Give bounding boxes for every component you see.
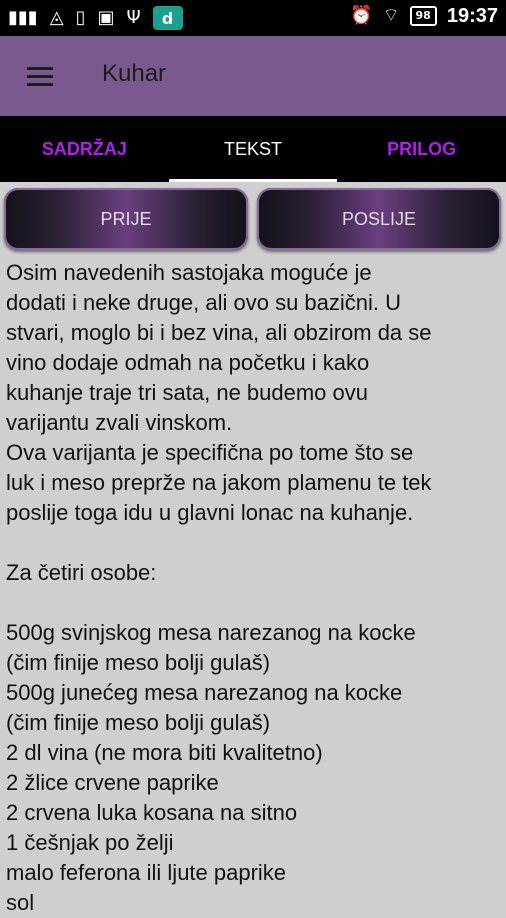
text-line: (čim finije meso bolji gulaš) bbox=[6, 710, 271, 735]
text-line: 500g svinjskog mesa narezanog na kocke bbox=[6, 620, 416, 645]
image-icon: ▣ bbox=[97, 7, 115, 28]
tab-prilog[interactable]: PRILOG bbox=[337, 116, 506, 182]
text-line: poslije toga idu u glavni lonac na kuhan… bbox=[6, 500, 414, 525]
text-line: 500g junećeg mesa narezanog na kocke bbox=[6, 680, 403, 705]
battery-icon: 98 bbox=[409, 6, 437, 26]
sync-icon: ◬ bbox=[49, 7, 64, 28]
prev-button[interactable]: PRIJE bbox=[4, 188, 248, 250]
signal-icon: ▮▮▮ bbox=[8, 7, 38, 28]
phone-icon: ▯ bbox=[75, 7, 86, 28]
text-line: kuhanje traje tri sata, ne budemo ovu bbox=[6, 380, 369, 405]
tab-tekst[interactable]: TEKST bbox=[168, 116, 338, 182]
text-line: malo feferona ili ljute paprike bbox=[6, 860, 287, 885]
text-line: (čim finije meso bolji gulaš) bbox=[6, 650, 271, 675]
next-button[interactable]: POSLIJE bbox=[257, 188, 501, 250]
app-bar: Kuhar bbox=[0, 36, 506, 116]
usb-icon: Ψ bbox=[126, 7, 141, 28]
text-line: Za četiri osobe: bbox=[6, 560, 157, 585]
menu-icon[interactable] bbox=[27, 67, 53, 86]
text-line: Ova varijanta je specifična po tome što … bbox=[6, 440, 414, 465]
alarm-icon: ⏰ bbox=[350, 5, 373, 26]
text-line: luk i meso preprže na jakom plamenu te t… bbox=[6, 470, 432, 495]
recipe-text: Osim navedenih sastojaka moguće je dodati… bbox=[6, 258, 502, 918]
text-line: 2 crvena luka kosana na sitno bbox=[6, 800, 298, 825]
text-line: varijantu zvali vinskom. bbox=[6, 410, 233, 435]
text-line: sol bbox=[6, 890, 35, 915]
text-line: dodati i neke druge, ali ovo su bazični.… bbox=[6, 290, 402, 315]
wifi-icon: ⌔ bbox=[382, 5, 400, 26]
app-notification-icon: d bbox=[152, 6, 183, 30]
text-line: vino dodaje odmah na početku i kako bbox=[6, 350, 370, 375]
status-bar: ▮▮▮ ◬ ▯ ▣ Ψ d ⏰ ⌔ 98 19:37 bbox=[0, 0, 506, 36]
tab-sadrzaj[interactable]: SADRŽAJ bbox=[0, 116, 169, 182]
clock: 19:37 bbox=[446, 4, 498, 27]
app-title: Kuhar bbox=[102, 60, 167, 87]
text-line: 1 češnjak po želji bbox=[6, 830, 174, 855]
text-line: 2 dl vina (ne mora biti kvalitetno) bbox=[6, 740, 323, 765]
text-line: stvari, moglo bi i bez vina, ali obzirom… bbox=[6, 320, 432, 345]
navigation-buttons: PRIJE POSLIJE bbox=[0, 186, 506, 254]
text-line: 2 žlice crvene paprike bbox=[6, 770, 219, 795]
tab-bar: SADRŽAJ TEKST PRILOG bbox=[0, 116, 506, 182]
text-line: Osim navedenih sastojaka moguće je bbox=[6, 260, 372, 285]
